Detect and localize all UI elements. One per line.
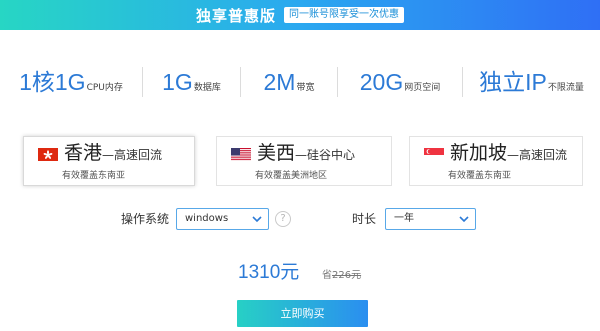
os-label: 操作系统 [121,212,170,226]
spec-ip-unit: 不限流量 [547,83,584,93]
region-name-suffix: —硅谷中心 [295,148,356,162]
region-name: 美西—硅谷中心 [257,141,355,167]
buy-now-button[interactable]: 立即购买 [237,300,368,327]
spec-ip-value: 独立IP [479,69,547,95]
price: 1310元 [238,262,300,283]
spec-database: 1G 数据库 [143,60,240,104]
spec-row: 1核1G CPU内存 1G 数据库 2M 带宽 20G 网页空间 独立IP 不限… [0,60,600,104]
spec-database-value: 1G [162,69,193,95]
region-name: 香港—高速回流 [64,141,162,167]
region-card-us-west[interactable]: 美西—硅谷中心 有效覆盖美洲地区 [216,136,392,186]
region-coverage: 有效覆盖东南亚 [62,171,126,181]
promo-banner: 独享普惠版 同一账号限享受一次优惠 [0,0,600,30]
spec-bandwidth-value: 2M [263,69,296,95]
spec-ip: 独立IP 不限流量 [463,60,600,104]
region-card-hong-kong[interactable]: 香港—高速回流 有效覆盖东南亚 [23,136,195,186]
region-coverage: 有效覆盖东南亚 [448,171,512,181]
region-name-main: 香港 [64,142,103,164]
os-select-value: windows [185,213,229,224]
region-name-main: 新加坡 [450,142,508,164]
spec-webspace-unit: 网页空间 [404,83,441,93]
spec-bandwidth-unit: 带宽 [296,83,315,93]
duration-select[interactable]: 一年 [385,208,476,230]
spec-database-unit: 数据库 [193,83,221,93]
savings-amount: 226元 [332,270,362,281]
chevron-down-icon [457,212,471,226]
region-name: 新加坡—高速回流 [450,141,567,167]
banner-badge: 同一账号限享受一次优惠 [284,7,404,23]
usa-flag-icon [231,147,251,161]
duration-select-value: 一年 [394,213,414,224]
savings-prefix: 省 [322,270,332,281]
duration-label: 时长 [352,212,377,226]
spec-cpu-unit: CPU内存 [86,83,123,93]
hong-kong-flag-icon [38,147,58,161]
chevron-down-icon [250,212,264,226]
savings: 省226元 [322,269,361,283]
spec-bandwidth: 2M 带宽 [241,60,337,104]
spec-webspace-value: 20G [359,69,404,95]
os-select[interactable]: windows [176,208,269,230]
region-card-singapore[interactable]: 新加坡—高速回流 有效覆盖东南亚 [409,136,583,186]
region-name-suffix: —高速回流 [507,148,568,162]
region-name-main: 美西 [257,142,296,164]
banner-title: 独享普惠版 [195,6,276,25]
region-name-suffix: —高速回流 [102,148,163,162]
spec-cpu-value: 1核1G [19,69,86,95]
region-coverage: 有效覆盖美洲地区 [255,171,328,181]
spec-cpu: 1核1G CPU内存 [0,60,142,104]
spec-webspace: 20G 网页空间 [338,60,462,104]
help-icon[interactable]: ? [275,211,291,227]
singapore-flag-icon [424,147,444,161]
